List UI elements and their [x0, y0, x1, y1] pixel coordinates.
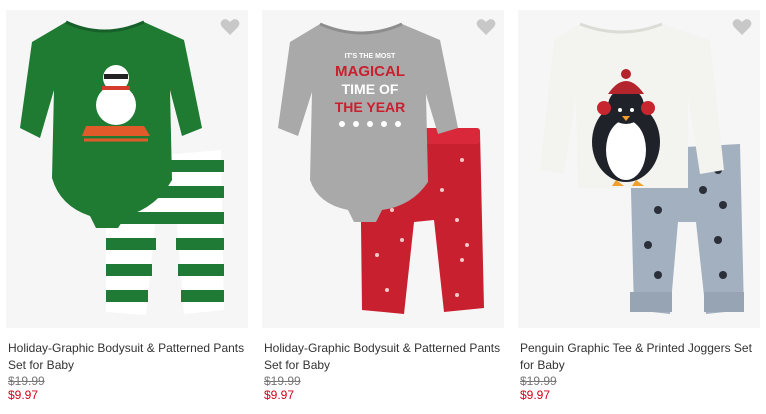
green-bodysuit-striped-pants-image	[20, 20, 224, 315]
heart-icon	[476, 19, 496, 35]
original-price: $19.99	[264, 374, 301, 388]
sale-price: $9.97	[264, 388, 295, 402]
graphic-text: THE YEAR	[335, 99, 406, 115]
product-title-line: Holiday-Graphic Bodysuit & Patterned Pan…	[8, 341, 245, 355]
penguin-tee-joggers-image	[540, 22, 744, 314]
sale-price: $9.97	[520, 388, 551, 402]
gray-bodysuit-red-pants-image: IT'S THE MOST MAGICAL TIME OF THE YEAR	[278, 22, 484, 314]
graphic-text: TIME OF	[342, 81, 399, 97]
heart-icon	[732, 19, 752, 35]
product-grid: Holiday-Graphic Bodysuit & Patterned Pan…	[0, 0, 766, 414]
original-price: $19.99	[8, 374, 45, 388]
product-title-line: Holiday-Graphic Bodysuit & Patterned Pan…	[264, 341, 501, 355]
original-price: $19.99	[520, 374, 557, 388]
graphic-text: IT'S THE MOST	[345, 53, 396, 60]
product-image[interactable]	[6, 10, 248, 328]
product-title-line: Set for Baby	[264, 358, 331, 372]
favorite-button[interactable]	[476, 18, 496, 36]
sale-price: $9.97	[8, 388, 39, 402]
product-title-link[interactable]: Penguin Graphic Tee & Printed Joggers Se…	[520, 340, 760, 374]
product-title-line: for Baby	[520, 358, 565, 372]
product-card[interactable]: Penguin Graphic Tee & Printed Joggers Se…	[518, 0, 760, 414]
product-title-link[interactable]: Holiday-Graphic Bodysuit & Patterned Pan…	[264, 340, 504, 374]
graphic-text: MAGICAL	[335, 63, 405, 80]
product-card[interactable]: IT'S THE MOST MAGICAL TIME OF THE YEAR H…	[262, 0, 504, 414]
product-title-line: Penguin Graphic Tee & Printed Joggers Se…	[520, 341, 752, 355]
product-title-link[interactable]: Holiday-Graphic Bodysuit & Patterned Pan…	[8, 340, 248, 374]
heart-icon	[220, 19, 240, 35]
product-image[interactable]: IT'S THE MOST MAGICAL TIME OF THE YEAR	[262, 10, 504, 328]
product-image[interactable]	[518, 10, 760, 328]
product-title-line: Set for Baby	[8, 358, 75, 372]
favorite-button[interactable]	[220, 18, 240, 36]
product-card[interactable]: Holiday-Graphic Bodysuit & Patterned Pan…	[6, 0, 248, 414]
favorite-button[interactable]	[732, 18, 752, 36]
